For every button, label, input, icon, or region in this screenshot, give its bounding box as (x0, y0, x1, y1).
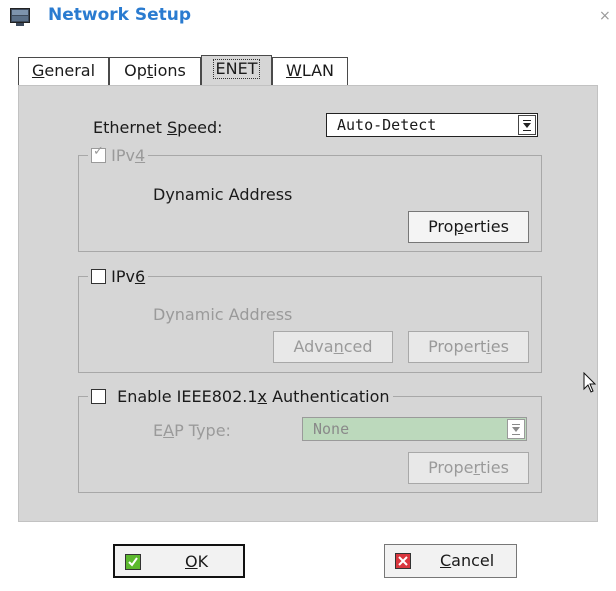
cancel-x-icon (395, 553, 411, 569)
dropdown-arrow-icon[interactable] (518, 115, 536, 135)
mouse-cursor-icon (583, 372, 597, 393)
cancel-button[interactable]: Cancel (384, 544, 517, 578)
ok-check-icon (125, 554, 141, 570)
ipv6-checkbox[interactable] (91, 269, 106, 284)
eap-type-select[interactable]: None (302, 417, 527, 441)
dropdown-arrow-icon[interactable] (507, 419, 525, 439)
network-setup-icon (10, 8, 30, 26)
ipv4-legend: ✓ IPv4 (88, 144, 149, 165)
ieee8021x-checkbox[interactable] (91, 389, 106, 404)
ipv6-dynamic-address: Dynamic Address (153, 305, 293, 324)
ipv4-dynamic-address: Dynamic Address (153, 185, 293, 204)
ethernet-speed-label: Ethernet Speed: (93, 118, 223, 137)
window-title: Network Setup (48, 5, 192, 25)
tab-wlan[interactable]: WLAN (272, 57, 348, 86)
ipv6-properties-button[interactable]: Properties (408, 331, 529, 363)
tab-options[interactable]: Options (109, 57, 201, 86)
title-bar: Network Setup × (0, 0, 616, 34)
ieee8021x-properties-button[interactable]: Properties (408, 452, 529, 484)
eap-type-value: None (313, 420, 350, 438)
ipv4-properties-button[interactable]: Properties (408, 211, 529, 243)
ok-button[interactable]: OK (113, 544, 245, 578)
close-icon[interactable]: × (599, 8, 611, 24)
ipv6-advanced-button[interactable]: Advanced (273, 331, 393, 363)
ethernet-speed-value: Auto-Detect (337, 116, 437, 134)
ieee8021x-legend: Enable IEEE802.1x Authentication (88, 387, 393, 406)
checkmark-icon: ✓ (93, 144, 104, 159)
eap-type-label: EAP Type: (153, 421, 231, 440)
ethernet-speed-select[interactable]: Auto-Detect (326, 113, 538, 137)
tab-enet[interactable]: ENET (201, 55, 272, 87)
tab-general[interactable]: General (18, 57, 109, 86)
ipv4-checkbox[interactable]: ✓ (91, 144, 106, 163)
ipv6-legend: IPv6 (88, 267, 149, 286)
